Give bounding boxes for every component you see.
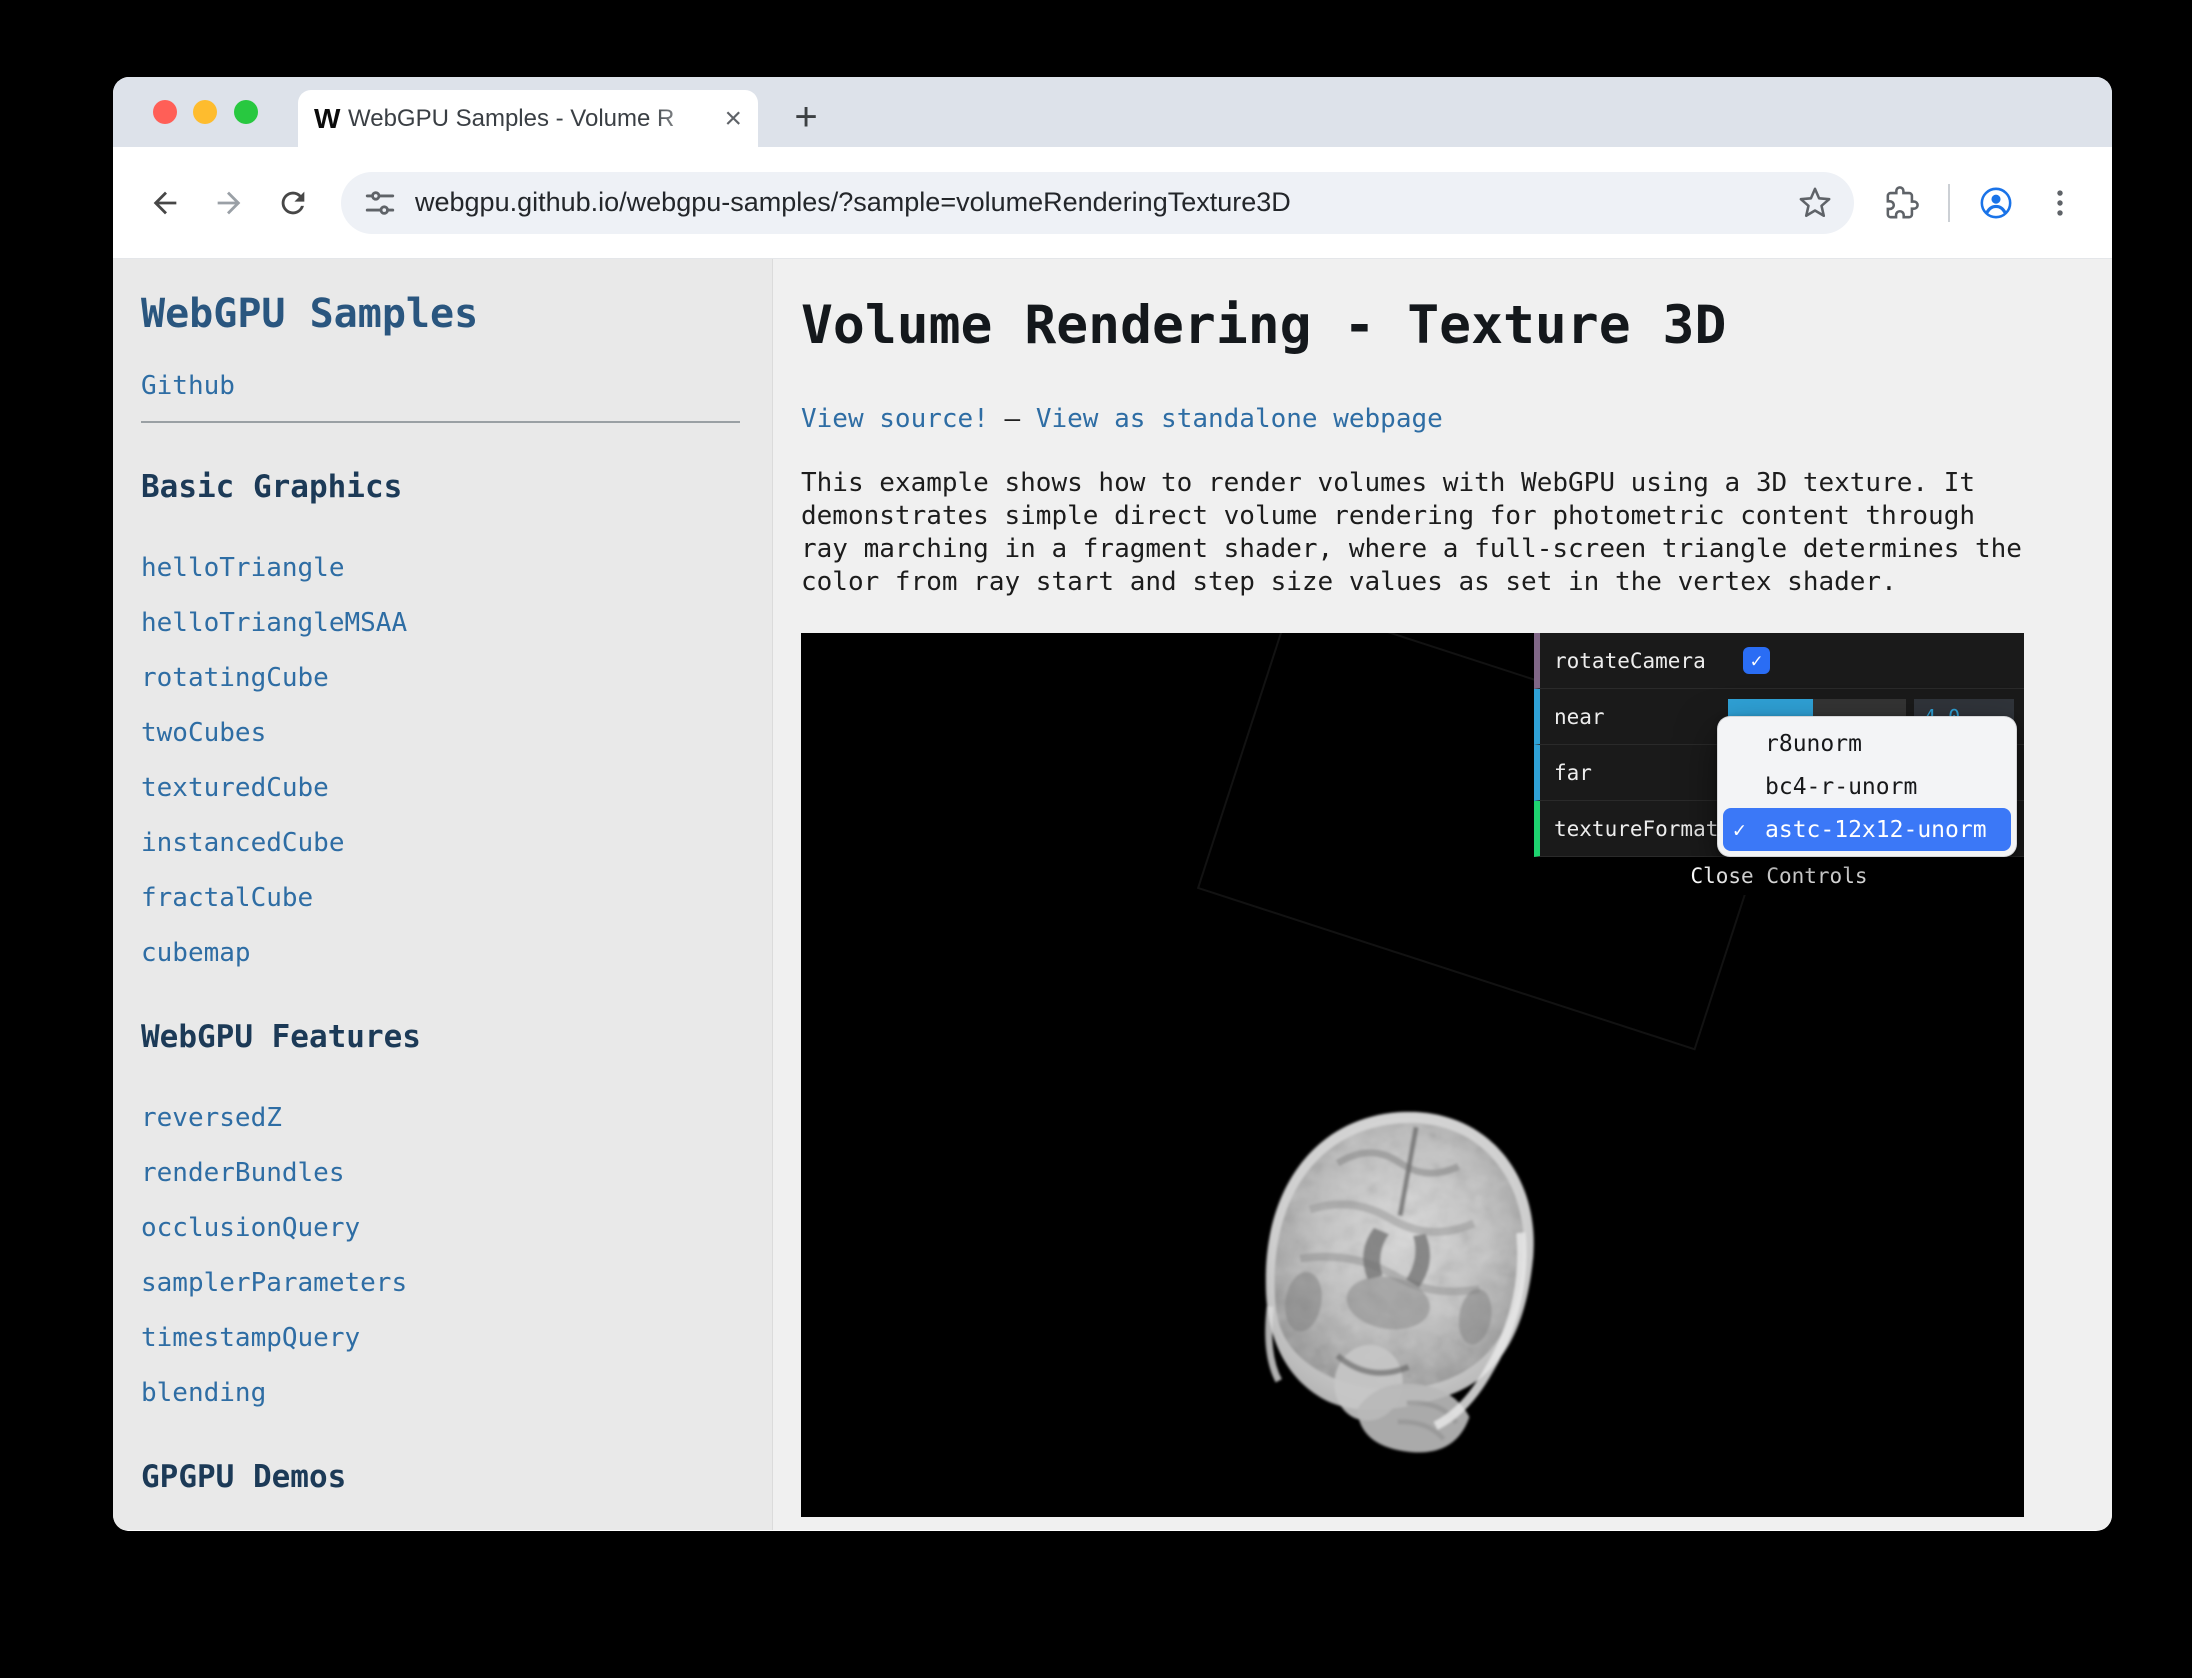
sidebar-title: WebGPU Samples <box>141 289 772 339</box>
sample-list-basic-graphics: helloTriangle helloTriangleMSAA rotating… <box>141 551 772 973</box>
view-source-link[interactable]: View source! <box>801 404 989 434</box>
extensions-puzzle-icon <box>1885 186 1919 220</box>
page-content: WebGPU Samples Github Basic Graphics hel… <box>113 259 2112 1530</box>
texture-format-dropdown: r8unorm bc4-r-unorm ✓ astc-12x12-unorm <box>1717 716 2017 857</box>
dropdown-option-label: astc-12x12-unorm <box>1765 817 1987 843</box>
window-minimize-button[interactable] <box>193 100 217 124</box>
back-button[interactable] <box>137 175 193 231</box>
forward-button[interactable] <box>201 175 257 231</box>
list-item: helloTriangle <box>141 551 772 588</box>
checkmark-icon: ✓ <box>1733 818 1765 842</box>
gui-label: far <box>1540 761 1728 785</box>
list-item: renderBundles <box>141 1156 772 1193</box>
sidebar-item-samplerParameters[interactable]: samplerParameters <box>141 1268 407 1298</box>
extensions-button[interactable] <box>1874 175 1930 231</box>
close-controls-button[interactable]: Close Controls <box>1534 857 2024 895</box>
description-line: demonstrates simple direct volume render… <box>801 500 2112 533</box>
window-close-button[interactable] <box>153 100 177 124</box>
browser-toolbar: webgpu.github.io/webgpu-samples/?sample=… <box>113 147 2112 259</box>
profile-avatar-icon <box>1979 186 2013 220</box>
list-item: instancedCube <box>141 826 772 863</box>
render-canvas[interactable]: rotateCamera ✓ near 4.0 far texture <box>801 633 2024 1517</box>
sidebar-item-timestampQuery[interactable]: timestampQuery <box>141 1323 360 1353</box>
sidebar-item-helloTriangle[interactable]: helloTriangle <box>141 553 345 583</box>
browser-tab[interactable]: W WebGPU Samples - Volume R × <box>298 90 758 147</box>
forward-icon <box>212 186 246 220</box>
list-item: helloTriangleMSAA <box>141 606 772 643</box>
list-item: occlusionQuery <box>141 1211 772 1248</box>
gui-label: near <box>1540 705 1728 729</box>
browser-menu-button[interactable] <box>2032 175 2088 231</box>
sidebar-divider <box>141 421 740 423</box>
section-heading-gpgpu-demos: GPGPU Demos <box>141 1457 772 1497</box>
reload-button[interactable] <box>265 175 321 231</box>
brain-mri-render <box>1181 1063 1601 1483</box>
description-line: ray marching in a fragment shader, where… <box>801 533 2112 566</box>
sidebar-item-cubemap[interactable]: cubemap <box>141 938 251 968</box>
section-heading-webgpu-features: WebGPU Features <box>141 1017 772 1057</box>
site-settings-icon[interactable] <box>363 186 397 220</box>
sidebar-item-fractalCube[interactable]: fractalCube <box>141 883 313 913</box>
tab-strip: W WebGPU Samples - Volume R × + <box>113 77 2112 147</box>
samples-sidebar: WebGPU Samples Github Basic Graphics hel… <box>113 259 773 1530</box>
back-icon <box>148 186 182 220</box>
list-item: timestampQuery <box>141 1321 772 1358</box>
list-item: reversedZ <box>141 1101 772 1138</box>
url-text: webgpu.github.io/webgpu-samples/?sample=… <box>415 187 1786 218</box>
source-links-row: View source! – View as standalone webpag… <box>801 401 2112 437</box>
github-link[interactable]: Github <box>141 369 772 403</box>
list-item: samplerParameters <box>141 1266 772 1303</box>
list-item: blending <box>141 1376 772 1413</box>
window-zoom-button[interactable] <box>234 100 258 124</box>
browser-window: W WebGPU Samples - Volume R × + webgpu.g… <box>113 77 2112 1531</box>
sidebar-item-twoCubes[interactable]: twoCubes <box>141 718 266 748</box>
sidebar-item-renderBundles[interactable]: renderBundles <box>141 1158 345 1188</box>
description-line: color from ray start and step size value… <box>801 566 2112 599</box>
toolbar-divider <box>1948 184 1950 222</box>
section-heading-basic-graphics: Basic Graphics <box>141 467 772 507</box>
url-bar[interactable]: webgpu.github.io/webgpu-samples/?sample=… <box>341 172 1854 234</box>
sidebar-item-instancedCube[interactable]: instancedCube <box>141 828 345 858</box>
gui-label: rotateCamera <box>1540 649 1728 673</box>
sidebar-item-texturedCube[interactable]: texturedCube <box>141 773 329 803</box>
bookmark-star-icon[interactable] <box>1798 186 1832 220</box>
dropdown-option-bc4-r-unorm[interactable]: bc4-r-unorm <box>1723 765 2011 808</box>
dropdown-option-r8unorm[interactable]: r8unorm <box>1723 722 2011 765</box>
list-item: cubemap <box>141 936 772 973</box>
gui-row-rotateCamera: rotateCamera ✓ <box>1534 633 2024 689</box>
list-item: twoCubes <box>141 716 772 753</box>
three-dot-menu-icon <box>2043 186 2077 220</box>
sidebar-item-blending[interactable]: blending <box>141 1378 266 1408</box>
description-line: This example shows how to render volumes… <box>801 467 2112 500</box>
profile-button[interactable] <box>1968 175 2024 231</box>
reload-icon <box>276 186 310 220</box>
list-item: fractalCube <box>141 881 772 918</box>
page-title: Volume Rendering - Texture 3D <box>801 295 2112 357</box>
dropdown-option-astc-12x12-unorm[interactable]: ✓ astc-12x12-unorm <box>1723 808 2011 851</box>
sample-description: This example shows how to render volumes… <box>801 467 2112 599</box>
sidebar-item-helloTriangleMSAA[interactable]: helloTriangleMSAA <box>141 608 407 638</box>
sample-main: Volume Rendering - Texture 3D View sourc… <box>773 259 2112 1530</box>
tab-title: WebGPU Samples - Volume R <box>348 105 718 133</box>
sidebar-item-reversedZ[interactable]: reversedZ <box>141 1103 282 1133</box>
standalone-link[interactable]: View as standalone webpage <box>1036 404 1443 434</box>
link-separator: – <box>1005 404 1021 434</box>
tab-close-icon[interactable]: × <box>724 104 742 134</box>
gui-label: textureFormat <box>1540 817 1728 841</box>
list-item: texturedCube <box>141 771 772 808</box>
new-tab-button[interactable]: + <box>781 92 831 142</box>
sidebar-item-occlusionQuery[interactable]: occlusionQuery <box>141 1213 360 1243</box>
sample-list-webgpu-features: reversedZ renderBundles occlusionQuery s… <box>141 1101 772 1413</box>
webgpu-favicon-icon: W <box>314 103 348 135</box>
rotate-camera-checkbox[interactable]: ✓ <box>1743 647 1770 674</box>
sidebar-item-rotatingCube[interactable]: rotatingCube <box>141 663 329 693</box>
list-item: rotatingCube <box>141 661 772 698</box>
